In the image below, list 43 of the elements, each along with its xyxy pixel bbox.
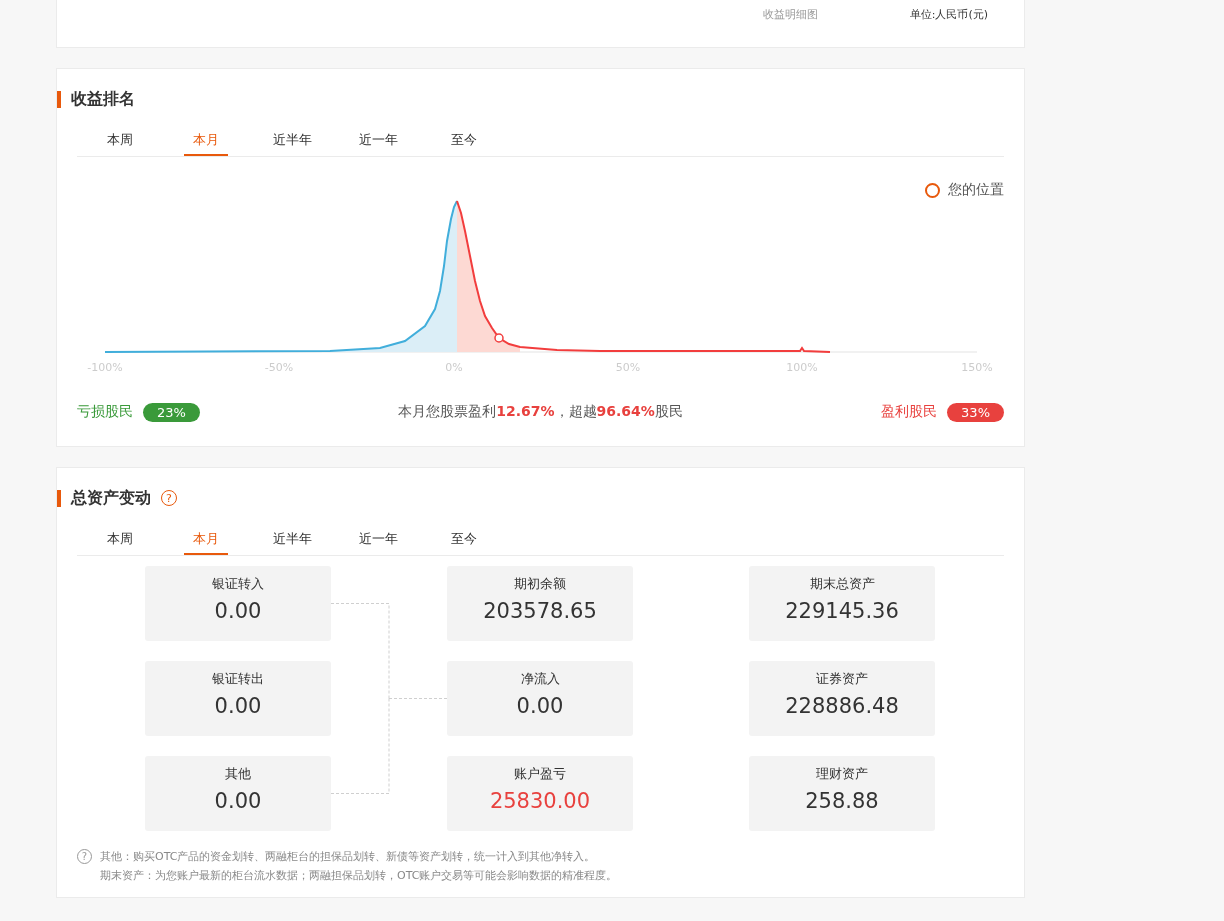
- stat-label: 期初余额: [514, 575, 566, 593]
- profit-share-badge: 33%: [947, 402, 1004, 422]
- period-tab[interactable]: 至今: [421, 126, 507, 156]
- stat-value: 0.00: [214, 599, 262, 623]
- stat-label: 账户盈亏: [514, 765, 566, 783]
- stat-label: 其他: [225, 765, 251, 783]
- stat-value: 0.00: [214, 789, 262, 813]
- period-tab[interactable]: 近半年: [249, 525, 335, 555]
- loss-share-badge: 23%: [143, 402, 200, 422]
- section-title: 收益排名: [71, 88, 135, 110]
- stat-label: 期末总资产: [809, 575, 875, 593]
- period-tab[interactable]: 本月: [184, 126, 228, 156]
- profit-label: 盈利股民: [881, 403, 938, 421]
- title-accent-bar: [57, 489, 61, 507]
- stat-label: 银证转出: [212, 670, 264, 688]
- stat-value: 25830.00: [489, 789, 591, 813]
- stat-value: 228886.48: [785, 694, 899, 718]
- legend-label: 您的位置: [948, 181, 1004, 199]
- chart-caption: 收益明细图: [762, 7, 818, 22]
- stat-label: 证券资产: [816, 670, 868, 688]
- stat-label: 理财资产: [816, 765, 868, 783]
- stat-value: 258.88: [805, 789, 879, 813]
- stat-value: 203578.65: [483, 599, 597, 623]
- section-title: 总资产变动: [71, 487, 151, 509]
- summary-text: 本月您股票盈利12.67%，超越96.64%股民: [398, 403, 683, 421]
- loss-label: 亏损股民: [77, 403, 133, 421]
- period-tab[interactable]: 本周: [77, 525, 163, 555]
- period-tab[interactable]: 本周: [77, 126, 163, 156]
- stat-label: 银证转入: [212, 575, 264, 593]
- period-tab[interactable]: 至今: [421, 525, 507, 555]
- stat-value: 229145.36: [785, 599, 899, 623]
- unit-label: 单位:人民币(元): [909, 7, 988, 22]
- period-tab[interactable]: 近半年: [249, 126, 335, 156]
- period-tab[interactable]: 本月: [184, 525, 228, 555]
- stat-value: 0.00: [516, 694, 564, 718]
- note-text: 期末资产：为您账户最新的柜台流水数据；两融担保品划转，OTC账户交易等可能会影响数据的精准程度。: [100, 868, 618, 883]
- period-tab[interactable]: 近一年: [335, 126, 421, 156]
- note-text: 其他：购买OTC产品的资金划转、两融柜台的担保品划转、新债等资产划转，统一计入到其他净转入。: [100, 849, 597, 864]
- position-marker-icon: [925, 182, 940, 198]
- stat-value: 0.00: [214, 694, 262, 718]
- period-tab[interactable]: 近一年: [335, 525, 421, 555]
- stat-label: 净流入: [520, 670, 560, 688]
- title-accent-bar: [57, 90, 61, 108]
